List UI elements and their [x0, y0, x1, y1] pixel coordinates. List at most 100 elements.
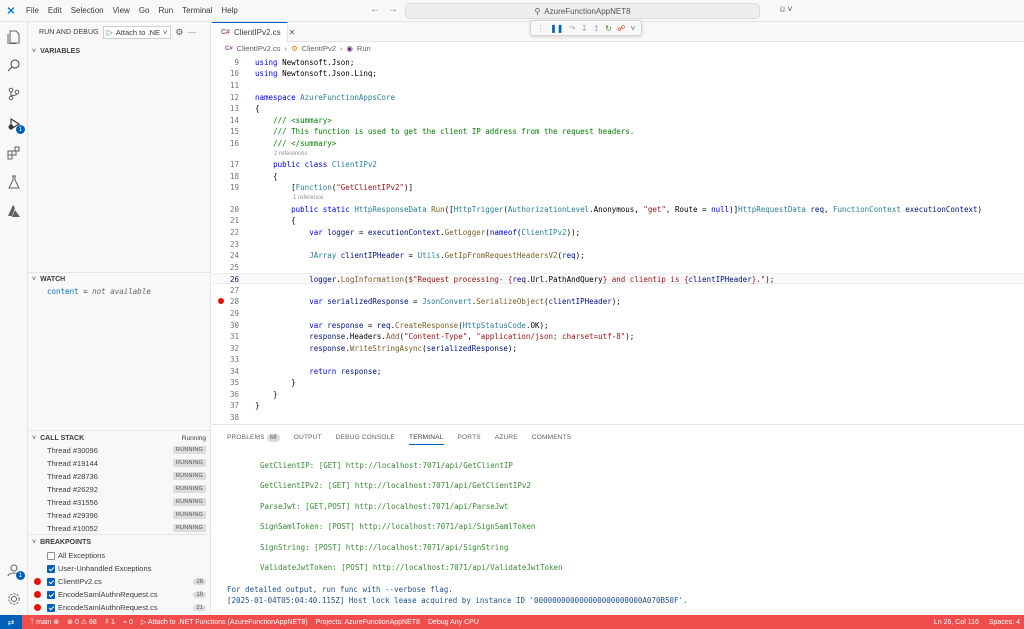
breakpoint-checkbox[interactable]: [47, 577, 55, 586]
command-center-label: AzureFunctionAppNET8: [544, 6, 631, 16]
tab-comments[interactable]: COMMENTS: [532, 434, 572, 441]
forward-arrow-icon[interactable]: →: [388, 4, 398, 15]
run-debug-header: RUN AND DEBUG ▷ Attach to .NE ˅ ⚙ ⋯: [28, 22, 210, 42]
breakpoint-item[interactable]: ClientIPv2.cs 28: [28, 575, 210, 588]
code-line: 38: [229, 413, 239, 422]
debug-session-status[interactable]: ▷ Attach to .NET Functions (AzureFunctio…: [141, 618, 308, 626]
watch-expression[interactable]: content = not available: [28, 286, 151, 298]
copilot-icon[interactable]: ☺˅: [778, 4, 792, 14]
breakpoint-checkbox[interactable]: [47, 564, 55, 573]
thread-item[interactable]: Thread #30096 RUNNING: [28, 445, 210, 455]
chevron-down-icon: ˅: [163, 27, 168, 37]
problems-status[interactable]: ⊗ 0 ⚠ 68: [67, 618, 97, 626]
tasks-status[interactable]: ᛡ 1: [105, 619, 115, 626]
menu-help[interactable]: Help: [221, 6, 237, 15]
tab-problems[interactable]: PROBLEMS 68: [227, 433, 280, 442]
breakpoint-label: EncodeSamlAuthnRequest.cs: [58, 603, 158, 612]
breakpoint-checkbox[interactable]: [47, 603, 55, 612]
search-icon: ⚲: [534, 6, 541, 16]
breakpoint-item[interactable]: EncodeSamlAuthnRequest.cs 19: [28, 588, 210, 601]
chevron-down-icon: ˅: [32, 47, 37, 55]
run-debug-icon[interactable]: 1: [0, 111, 28, 137]
testing-flask-icon[interactable]: [0, 169, 28, 195]
extensions-icon[interactable]: [0, 140, 28, 166]
ports-status[interactable]: ⌁ 0: [123, 618, 133, 626]
menu-view[interactable]: View: [113, 6, 130, 15]
start-debug-icon[interactable]: ▷: [107, 28, 113, 37]
menu-file[interactable]: File: [26, 6, 39, 15]
watch-name: content: [47, 287, 79, 296]
more-actions-icon[interactable]: ⋯: [187, 27, 196, 38]
breakpoint-item[interactable]: EncodeSamlAuthnRequest.cs 21: [28, 601, 210, 614]
watch-section-header[interactable]: ˅ WATCH: [28, 272, 210, 286]
codelens-references[interactable]: 1 reference: [293, 195, 323, 201]
thread-item[interactable]: Thread #31556 RUNNING: [28, 497, 210, 507]
step-out-icon[interactable]: ↥: [593, 24, 600, 33]
thread-state-badge: RUNNING: [172, 498, 206, 506]
breadcrumb-class[interactable]: ClientIPv2: [302, 44, 336, 53]
menu-run[interactable]: Run: [158, 6, 173, 15]
search-icon[interactable]: [0, 52, 28, 78]
breakpoint-item[interactable]: All Exceptions: [28, 549, 210, 562]
azure-icon[interactable]: [0, 198, 28, 224]
variables-section-header[interactable]: ˅ VARIABLES: [28, 44, 210, 58]
explorer-icon[interactable]: [0, 24, 28, 50]
menu-selection[interactable]: Selection: [71, 6, 104, 15]
menu-go[interactable]: Go: [139, 6, 150, 15]
tab-clientipv2[interactable]: C# ClientIPv2.cs ✕: [212, 22, 295, 42]
gear-icon[interactable]: ⚙: [175, 27, 183, 38]
source-control-icon[interactable]: [0, 81, 28, 107]
thread-state-badge: RUNNING: [172, 446, 206, 454]
projects-status[interactable]: Projects: AzureFunctionAppNET8: [316, 619, 420, 626]
close-icon[interactable]: ✕: [289, 28, 296, 37]
codelens-references[interactable]: 2 references: [274, 151, 307, 157]
thread-item[interactable]: Thread #29396 RUNNING: [28, 510, 210, 520]
breadcrumb-file[interactable]: ClientIPv2.cs: [237, 44, 281, 53]
step-into-icon[interactable]: ↧: [581, 24, 588, 33]
thread-name: Thread #19144: [47, 458, 98, 468]
cursor-position[interactable]: Ln 26, Col 116: [934, 619, 979, 626]
breakpoint-checkbox[interactable]: [47, 590, 55, 599]
tab-azure[interactable]: AZURE: [495, 434, 518, 441]
remote-icon[interactable]: ⇄: [0, 615, 22, 629]
pause-icon[interactable]: ❚❚: [550, 24, 563, 33]
thread-item[interactable]: Thread #26292 RUNNING: [28, 484, 210, 494]
thread-name: Thread #29396: [47, 510, 98, 520]
code-editor[interactable]: 9 using Newtonsoft.Json; 10 using Newtonso…: [212, 55, 1024, 424]
chevron-down-icon[interactable]: ˅: [631, 24, 636, 33]
thread-name: Thread #10052: [47, 523, 98, 533]
debug-badge: 1: [16, 125, 25, 134]
breadcrumb-method[interactable]: Run: [357, 44, 371, 53]
thread-item[interactable]: Thread #10052 RUNNING: [28, 523, 210, 533]
drag-handle-icon[interactable]: ⋮: [537, 24, 545, 33]
thread-item[interactable]: Thread #28736 RUNNING: [28, 471, 210, 481]
breakpoint-dot-icon: [34, 578, 41, 585]
menu-edit[interactable]: Edit: [48, 6, 62, 15]
thread-item[interactable]: Thread #19144 RUNNING: [28, 458, 210, 468]
code-line: 27: [229, 286, 239, 295]
accounts-icon[interactable]: 1: [0, 557, 28, 583]
gear-icon[interactable]: [0, 586, 28, 612]
indentation-status[interactable]: Spaces: 4: [989, 619, 1020, 626]
command-center-search[interactable]: ⚲ AzureFunctionAppNET8: [405, 3, 760, 19]
build-config-status[interactable]: Debug Any CPU: [428, 619, 479, 626]
restart-icon[interactable]: ↻: [605, 24, 612, 33]
method-icon: ◉: [346, 44, 353, 53]
tab-ports[interactable]: PORTS: [458, 434, 481, 441]
disconnect-icon[interactable]: ☍: [617, 24, 625, 33]
tab-terminal[interactable]: TERMINAL: [409, 434, 444, 445]
breakpoint-item[interactable]: User-Unhandled Exceptions: [28, 562, 210, 575]
debug-config-select[interactable]: ▷ Attach to .NE ˅: [102, 25, 172, 39]
code-line: 23: [229, 240, 239, 249]
branch-status[interactable]: ᛉ main ⊕: [30, 618, 59, 626]
breakpoints-header[interactable]: ˅ BREAKPOINTS: [28, 535, 210, 549]
breakpoint-checkbox[interactable]: [47, 551, 55, 560]
step-over-icon[interactable]: ↷: [569, 24, 576, 33]
back-arrow-icon[interactable]: ←: [370, 4, 380, 15]
tab-output[interactable]: OUTPUT: [294, 434, 322, 441]
debug-sidebar: RUN AND DEBUG ▷ Attach to .NE ˅ ⚙ ⋯ ˅ VA…: [28, 22, 211, 615]
menu-terminal[interactable]: Terminal: [182, 6, 212, 15]
title-bar: ⨯ File Edit Selection View Go Run Termin…: [0, 0, 1024, 22]
tab-debug-console[interactable]: DEBUG CONSOLE: [336, 434, 395, 441]
call-stack-header[interactable]: ˅ CALL STACK Running: [28, 431, 210, 445]
